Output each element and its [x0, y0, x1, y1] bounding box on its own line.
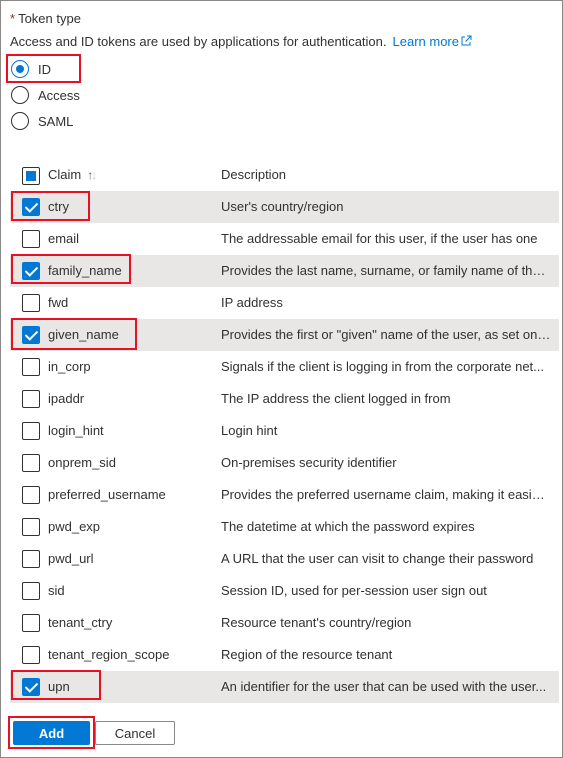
add-button[interactable]: Add: [13, 721, 90, 745]
learn-more-link[interactable]: Learn more: [393, 34, 472, 49]
column-header-claim-label[interactable]: Claim: [48, 167, 81, 182]
table-row[interactable]: preferred_username Provides the preferred…: [10, 479, 559, 511]
claim-name: tenant_ctry: [48, 615, 113, 630]
row-checkbox[interactable]: [22, 614, 40, 632]
token-type-title: * Token type: [10, 11, 81, 27]
claim-description: An identifier for the user that can be u…: [221, 679, 547, 694]
claim-name: onprem_sid: [48, 455, 116, 470]
row-checkbox[interactable]: [22, 550, 40, 568]
table-row[interactable]: family_name Provides the last name, surna…: [10, 255, 559, 287]
row-checkbox[interactable]: [22, 230, 40, 248]
claim-description: Region of the resource tenant: [221, 647, 393, 662]
claim-name: ctry: [48, 199, 69, 214]
claim-name: tenant_region_scope: [48, 647, 170, 662]
description-text: Access and ID tokens are used by applica…: [10, 34, 387, 49]
claim-description: IP address: [221, 295, 283, 310]
claim-name: pwd_exp: [48, 519, 101, 534]
claim-description: Signals if the client is logging in from…: [221, 359, 545, 374]
row-checkbox[interactable]: [22, 486, 40, 504]
row-checkbox[interactable]: [22, 262, 40, 280]
claims-table-header: Claim ↑↓ Description: [10, 160, 559, 190]
claim-description: The addressable email for this user, if …: [221, 231, 538, 246]
claim-name: ipaddr: [48, 391, 85, 406]
radio-id[interactable]: ID: [11, 58, 51, 80]
radio-button-access[interactable]: [11, 86, 29, 104]
claim-name: in_corp: [48, 359, 91, 374]
claim-name: preferred_username: [48, 487, 166, 502]
table-row[interactable]: tenant_region_scope Region of the resourc…: [10, 639, 559, 671]
claim-description: Provides the first or "given" name of th…: [221, 327, 551, 342]
table-row[interactable]: pwd_exp The datetime at which the passwor…: [10, 511, 559, 543]
row-checkbox[interactable]: [22, 326, 40, 344]
column-header-description: Description: [221, 167, 287, 182]
table-row[interactable]: tenant_ctry Resource tenant's country/reg…: [10, 607, 559, 639]
table-row[interactable]: email The addressable email for this user…: [10, 223, 559, 255]
table-row[interactable]: given_name Provides the first or "given" …: [10, 319, 559, 351]
claim-description: Provides the last name, surname, or fami…: [221, 263, 551, 278]
row-checkbox[interactable]: [22, 678, 40, 696]
claim-name: pwd_url: [48, 551, 94, 566]
table-row[interactable]: onprem_sid On-premises security identifie…: [10, 447, 559, 479]
table-row[interactable]: sid Session ID, used for per-session user…: [10, 575, 559, 607]
sort-icon[interactable]: ↑↓: [87, 168, 97, 182]
row-checkbox[interactable]: [22, 390, 40, 408]
claim-name: login_hint: [48, 423, 104, 438]
column-header-claim[interactable]: Claim ↑↓: [48, 167, 97, 182]
claim-description: The IP address the client logged in from: [221, 391, 451, 406]
token-type-description: Access and ID tokens are used by applica…: [10, 34, 472, 50]
claim-name: upn: [48, 679, 70, 694]
claim-name: family_name: [48, 263, 122, 278]
table-row[interactable]: in_corp Signals if the client is logging …: [10, 351, 559, 383]
claim-description: The datetime at which the password expir…: [221, 519, 475, 534]
row-checkbox[interactable]: [22, 646, 40, 664]
row-checkbox[interactable]: [22, 422, 40, 440]
cancel-button[interactable]: Cancel: [95, 721, 175, 745]
row-checkbox[interactable]: [22, 582, 40, 600]
claim-description: Resource tenant's country/region: [221, 615, 412, 630]
claim-description: Login hint: [221, 423, 278, 438]
claim-name: sid: [48, 583, 65, 598]
external-link-icon[interactable]: [460, 35, 472, 47]
claim-name: email: [48, 231, 80, 246]
claim-name: fwd: [48, 295, 69, 310]
radio-label-saml: SAML: [38, 113, 74, 129]
row-checkbox[interactable]: [22, 198, 40, 216]
radio-label-access: Access: [38, 87, 80, 103]
learn-more-label[interactable]: Learn more: [393, 34, 459, 49]
radio-access[interactable]: Access: [11, 84, 80, 106]
row-checkbox[interactable]: [22, 454, 40, 472]
claim-description: User's country/region: [221, 199, 344, 214]
radio-saml[interactable]: SAML: [11, 110, 73, 132]
table-row[interactable]: fwd IP address: [10, 287, 559, 319]
claim-name: given_name: [48, 327, 119, 342]
row-checkbox[interactable]: [22, 294, 40, 312]
row-checkbox[interactable]: [22, 518, 40, 536]
radio-button-id[interactable]: [11, 60, 29, 78]
table-row[interactable]: pwd_url A URL that the user can visit to …: [10, 543, 559, 575]
claim-description: Session ID, used for per-session user si…: [221, 583, 487, 598]
claim-description: On-premises security identifier: [221, 455, 397, 470]
radio-button-saml[interactable]: [11, 112, 29, 130]
select-all-checkbox[interactable]: [22, 167, 40, 185]
radio-label-id: ID: [38, 61, 51, 77]
table-row[interactable]: ipaddr The IP address the client logged i…: [10, 383, 559, 415]
row-checkbox[interactable]: [22, 358, 40, 376]
claim-description: A URL that the user can visit to change …: [221, 551, 534, 566]
table-row[interactable]: ctry User's country/region: [10, 191, 559, 223]
token-type-label: Token type: [18, 11, 81, 26]
claim-description: Provides the preferred username claim, m…: [221, 487, 551, 502]
table-row[interactable]: upn An identifier for the user that can b…: [10, 671, 559, 703]
table-row[interactable]: login_hint Login hint: [10, 415, 559, 447]
claims-table-body: ctry User's country/region email The addre…: [10, 191, 559, 703]
required-marker: *: [10, 11, 16, 26]
